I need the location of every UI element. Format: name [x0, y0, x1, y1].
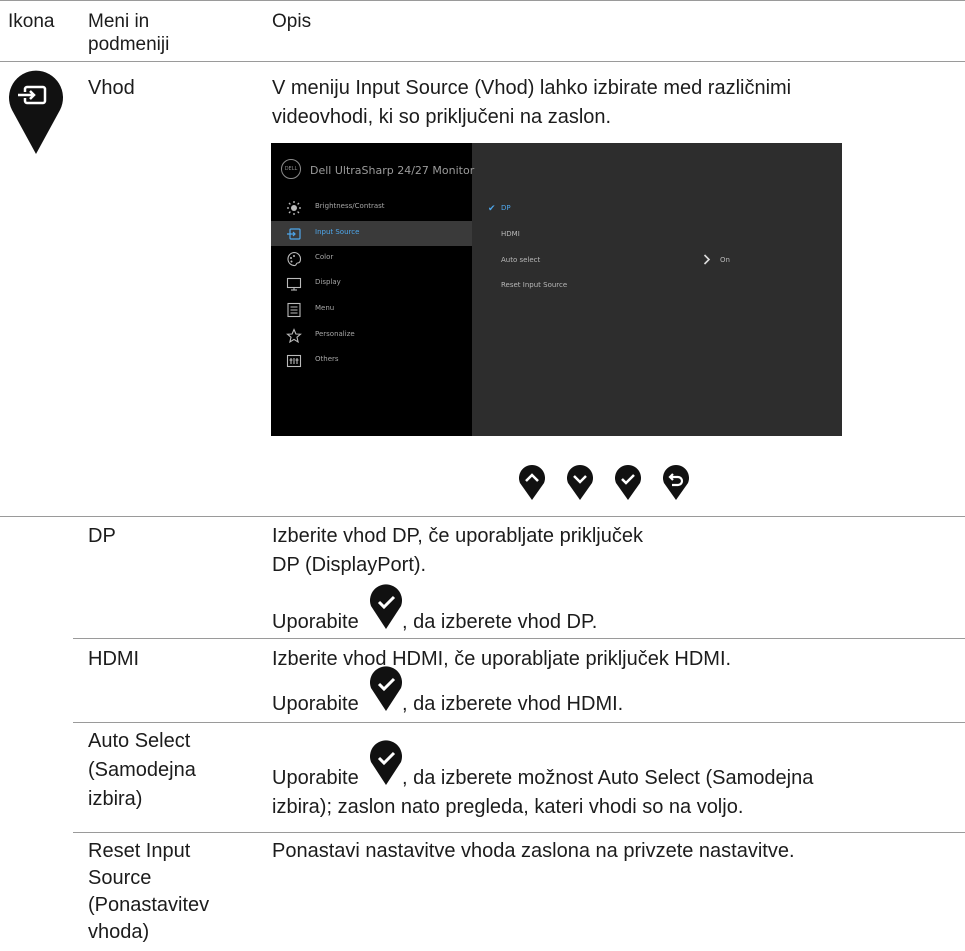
- ok-button-icon: [615, 465, 641, 500]
- vhod-description: V meniju Input Source (Vhod) lahko izbir…: [272, 77, 792, 128]
- osd-item-input-source[interactable]: Input Source: [271, 221, 472, 246]
- ok-button-icon: [370, 740, 402, 785]
- osd-option-auto-select[interactable]: Auto select: [501, 256, 540, 264]
- menu-icon: [287, 302, 301, 318]
- down-button-icon: [567, 465, 593, 500]
- dp-use-prefix: Uporabite: [272, 611, 359, 633]
- osd-item-display[interactable]: Display: [271, 271, 472, 296]
- auto-description-line2: izbira); zaslon nato pregleda, kateri vh…: [272, 796, 744, 818]
- osd-item-menu[interactable]: Menu: [271, 297, 472, 322]
- osd-option-hdmi[interactable]: HDMI: [501, 230, 520, 238]
- up-button-icon: [519, 465, 545, 500]
- osd-item-label: Personalize: [315, 330, 355, 338]
- input-icon: [287, 228, 301, 240]
- osd-item-label: Color: [315, 253, 334, 261]
- star-icon: [286, 328, 302, 344]
- osd-item-label: Menu: [315, 304, 335, 312]
- header-rule: [0, 61, 965, 62]
- osd-item-label: Others: [315, 355, 339, 363]
- menu-name-reset-3: (Ponastavitev: [88, 894, 210, 916]
- header-menu-col: Meni in podmeniji: [88, 11, 170, 55]
- dell-logo: DELL: [281, 159, 301, 179]
- top-rule: [0, 0, 965, 1]
- palette-icon: [287, 251, 302, 267]
- chevron-right-icon: [703, 254, 711, 265]
- osd-item-label: Display: [315, 278, 341, 286]
- ok-button-icon: [370, 666, 402, 711]
- hdmi-use-prefix: Uporabite: [272, 693, 359, 715]
- display-icon: [286, 277, 302, 291]
- check-icon: ✔: [488, 203, 496, 213]
- sun-icon: [287, 201, 301, 215]
- hdmi-use-suffix: , da izberete vhod HDMI.: [402, 693, 624, 715]
- row-rule: [73, 832, 965, 833]
- menu-name-hdmi: HDMI: [88, 648, 140, 670]
- hdmi-description: Izberite vhod HDMI, če uporabljate prikl…: [272, 648, 732, 670]
- auto-use-prefix: Uporabite: [272, 767, 359, 789]
- osd-item-color[interactable]: Color: [271, 246, 472, 271]
- osd-screenshot: DELL Dell UltraSharp 24/27 Monitor Brigh…: [271, 143, 842, 436]
- row-rule: [73, 638, 965, 639]
- section-rule: [0, 516, 965, 517]
- auto-description-line1: , da izberete možnost Auto Select (Samod…: [402, 767, 814, 789]
- dp-use-suffix: , da izberete vhod DP.: [402, 611, 598, 633]
- osd-item-others[interactable]: Others: [271, 348, 472, 373]
- menu-name-auto-select-3: izbira): [88, 788, 143, 810]
- menu-name-dp: DP: [88, 525, 116, 547]
- menu-name-auto-select-2: (Samodejna: [88, 759, 196, 781]
- osd-title: Dell UltraSharp 24/27 Monitor: [310, 164, 475, 177]
- input-source-icon: [9, 70, 64, 154]
- dp-description-line1: Izberite vhod DP, če uporabljate priklju…: [272, 525, 643, 547]
- menu-name-reset-2: Source: [88, 867, 152, 889]
- back-button-icon: [663, 465, 689, 500]
- dp-description-line2: DP (DisplayPort).: [272, 554, 427, 576]
- row-rule: [73, 722, 965, 723]
- menu-name-reset-4: vhoda): [88, 921, 150, 943]
- ok-button-icon: [370, 584, 402, 629]
- osd-option-dp[interactable]: DP: [501, 204, 511, 212]
- osd-item-label: Brightness/Contrast: [315, 202, 385, 210]
- menu-name-vhod: Vhod: [88, 77, 135, 99]
- menu-name-auto-select-1: Auto Select: [88, 730, 191, 752]
- osd-option-reset[interactable]: Reset Input Source: [501, 281, 567, 289]
- header-icon-col: Ikona: [8, 11, 55, 32]
- menu-name-reset-1: Reset Input: [88, 840, 191, 862]
- osd-auto-select-value: On: [720, 256, 730, 264]
- reset-description: Ponastavi nastavitve vhoda zaslona na pr…: [272, 840, 795, 862]
- osd-item-label: Input Source: [315, 228, 360, 236]
- osd-item-personalize[interactable]: Personalize: [271, 323, 472, 348]
- others-icon: [286, 354, 302, 368]
- osd-item-brightness[interactable]: Brightness/Contrast: [271, 195, 472, 220]
- header-desc-col: Opis: [272, 11, 312, 32]
